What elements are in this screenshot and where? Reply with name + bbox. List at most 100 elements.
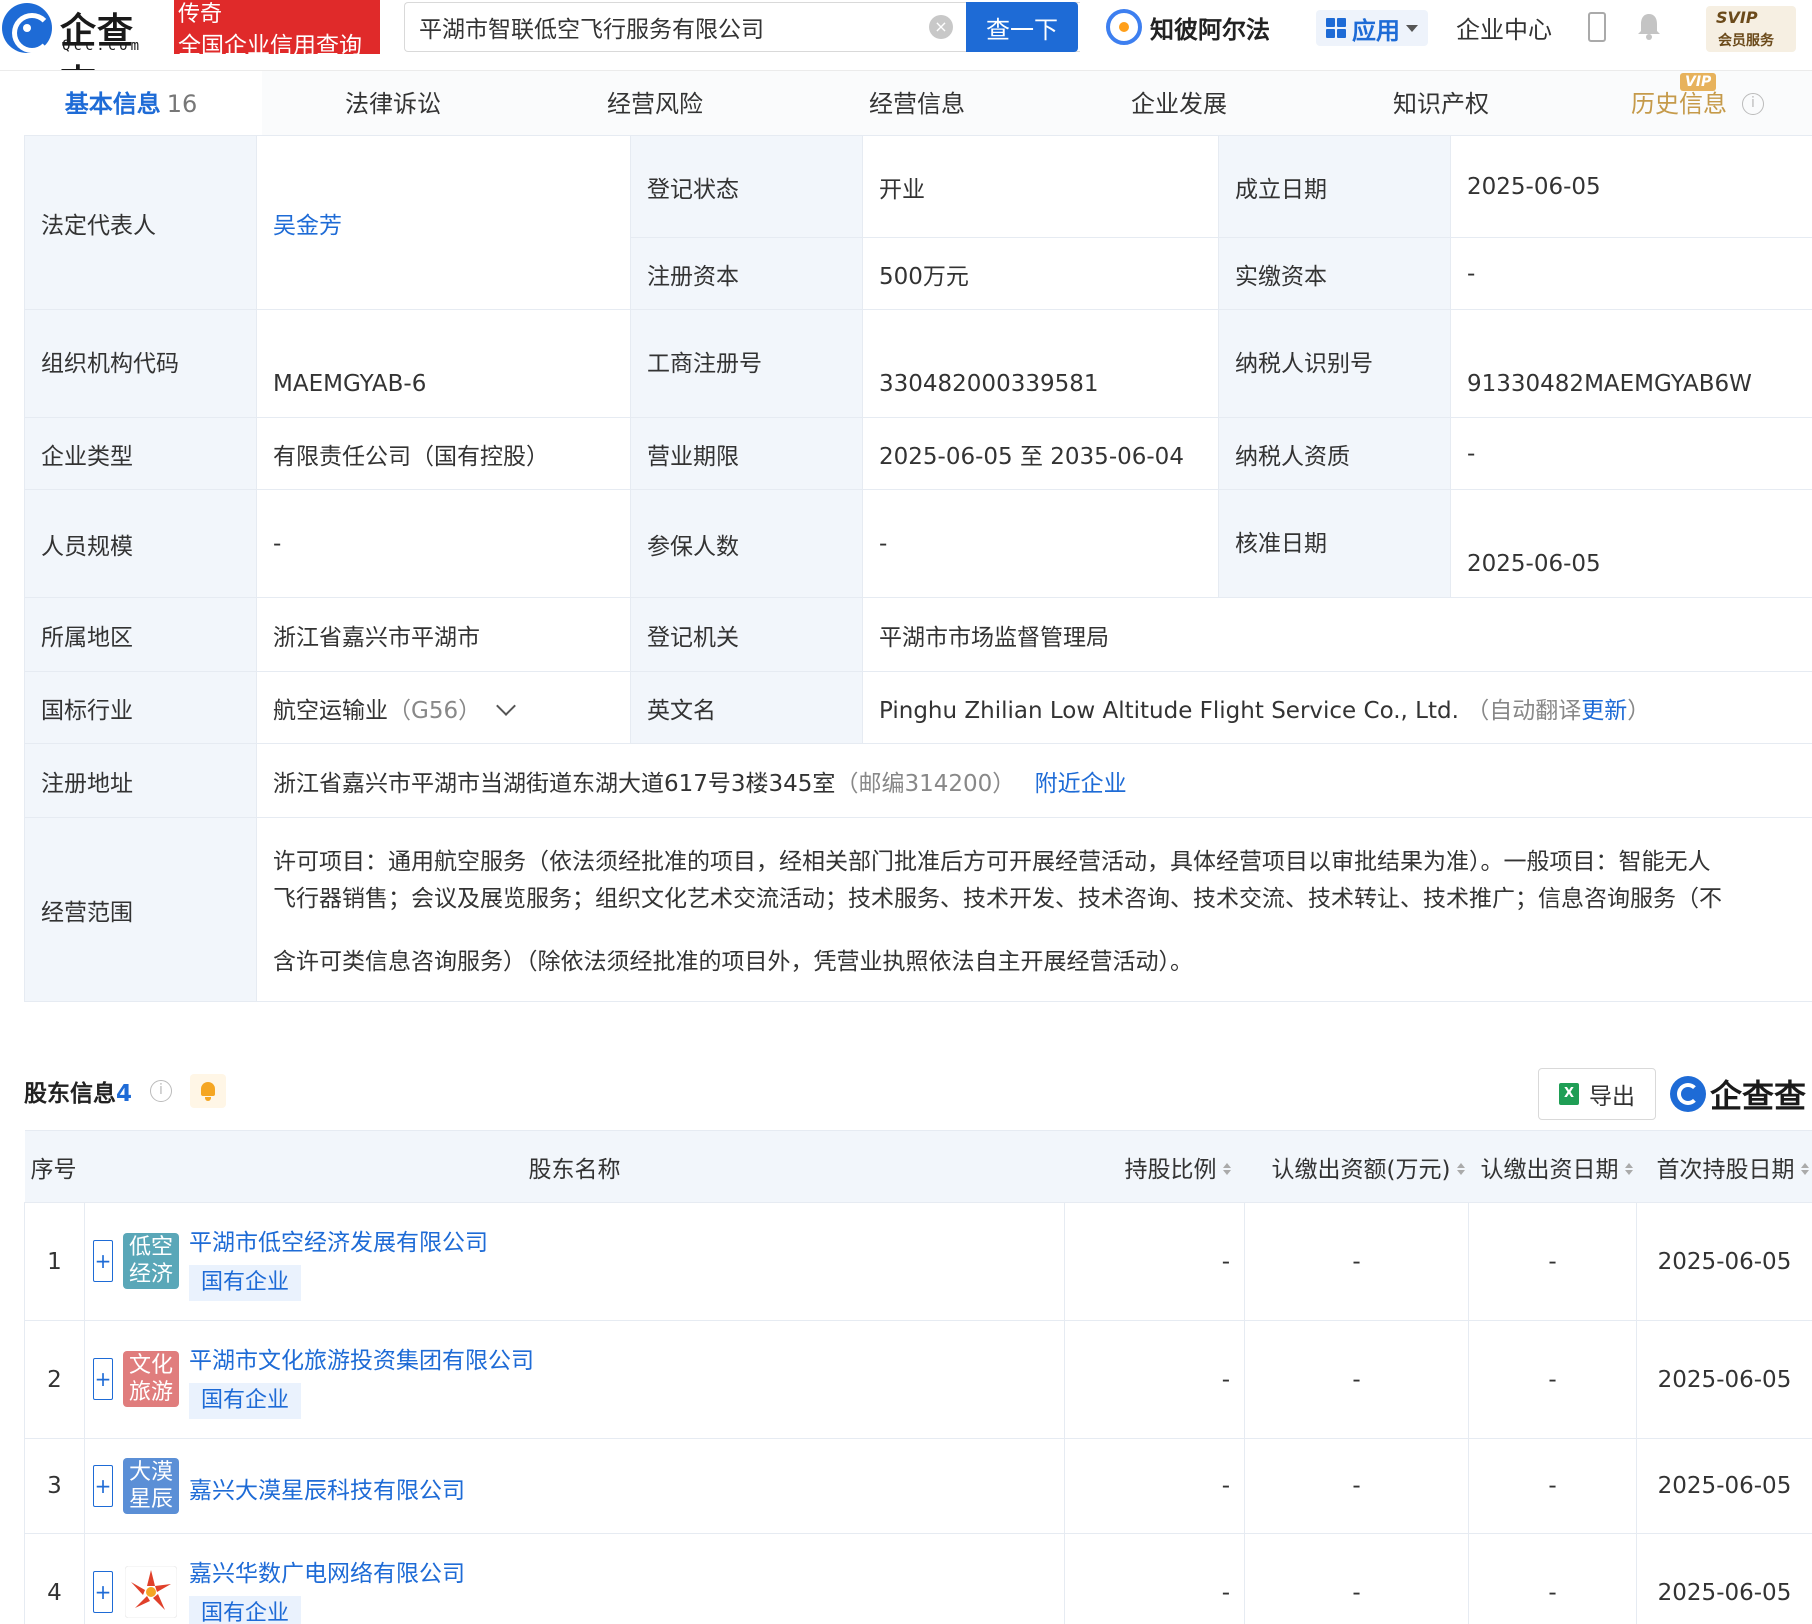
ratio-value: - (1064, 1202, 1245, 1321)
tab-development[interactable]: 企业发展 (1048, 71, 1310, 137)
holder-logo-line: 文化 (128, 1353, 173, 1378)
legend-banner[interactable]: 传奇 全国企业信用查询 (174, 0, 380, 59)
search-input[interactable] (405, 3, 925, 51)
legend-bottom: 全国企业信用查询 (178, 33, 362, 59)
holder-cell: + 文化 旅游 平湖市文化旅游投资集团有限公司 国有企业 (84, 1320, 1065, 1439)
industry-key: 国标行业 (24, 671, 257, 744)
ratio-value: - (1064, 1438, 1245, 1534)
sort-icon (1801, 1163, 1809, 1175)
holder-logo-line: 旅游 (128, 1380, 173, 1405)
en-name-value: Pinghu Zhilian Low Altitude Flight Servi… (862, 671, 1812, 744)
state-owned-tag: 国有企业 (189, 1383, 302, 1419)
amount-value: - (1244, 1202, 1469, 1321)
ent-type-value: 有限责任公司（国有控股） (256, 417, 631, 490)
caret-down-icon (1406, 24, 1418, 32)
address-text: 浙江省嘉兴市平湖市当湖街道东湖大道617号3楼345室 (273, 770, 836, 797)
holder-logo: 大漠 星辰 (123, 1458, 179, 1514)
holder-name-link[interactable]: 平湖市文化旅游投资集团有限公司 (189, 1341, 534, 1375)
first-date-value: 2025-06-05 (1636, 1202, 1812, 1321)
paid-capital-key: 实缴资本 (1218, 237, 1451, 310)
clear-icon[interactable]: × (929, 15, 953, 39)
export-button[interactable]: X 导出 (1538, 1068, 1656, 1120)
tab-risk[interactable]: 经营风险 (524, 71, 786, 137)
sort-icon (1457, 1163, 1465, 1175)
postcode: （邮编314200） (835, 770, 1016, 797)
col-first[interactable]: 首次持股日期 (1636, 1130, 1812, 1203)
biz-term-value: 2025-06-05 至 2035-06-04 (862, 417, 1219, 490)
bell-icon[interactable] (190, 1074, 226, 1108)
tab-ip[interactable]: 知识产权 (1310, 71, 1572, 137)
tab-basic-info[interactable]: 基本信息 16 (0, 71, 262, 137)
row-no: 2 (24, 1320, 85, 1439)
sort-icon (1625, 1163, 1633, 1175)
holder-logo: 低空 经济 (123, 1233, 179, 1289)
scope-value: 许可项目：通用航空服务（依法须经批准的项目，经相关部门批准后方可开展经营活动，具… (256, 817, 1812, 1002)
expand-icon[interactable]: + (93, 1465, 113, 1507)
auto-translate-label: （自动翻译 (1466, 697, 1582, 724)
tab-legal[interactable]: 法律诉讼 (262, 71, 524, 137)
row-no: 4 (24, 1533, 85, 1624)
amount-value: - (1244, 1320, 1469, 1439)
legal-rep-link[interactable]: 吴金芳 (273, 213, 342, 239)
tax-qual-value: - (1450, 417, 1812, 490)
zhibi-alpha-link[interactable]: 知彼阿尔法 (1106, 6, 1270, 48)
org-code-key: 组织机构代码 (24, 309, 257, 418)
holder-cell: + 低空 经济 平湖市低空经济发展有限公司 国有企业 (84, 1202, 1065, 1321)
expand-icon[interactable]: + (93, 1240, 113, 1282)
tab-label: 历史信息 (1631, 90, 1727, 118)
expand-icon[interactable]: + (93, 1358, 113, 1400)
info-icon[interactable]: i (1742, 93, 1764, 115)
bell-icon[interactable] (1636, 12, 1662, 40)
phone-icon[interactable] (1588, 12, 1606, 42)
nearby-companies-link[interactable]: 附近企业 (1035, 771, 1127, 797)
info-icon[interactable]: i (150, 1080, 172, 1102)
holder-name-link[interactable]: 嘉兴大漠星辰科技有限公司 (189, 1471, 465, 1505)
chevron-down-icon[interactable] (496, 695, 516, 716)
expand-icon[interactable]: + (93, 1571, 113, 1613)
col-date[interactable]: 认缴出资日期 (1468, 1130, 1637, 1203)
enterprise-center-link[interactable]: 企业中心 (1456, 10, 1552, 45)
staff-value: - (256, 489, 631, 598)
svip-label: SVIP (1716, 8, 1758, 27)
apps-menu[interactable]: 应用 (1316, 10, 1428, 46)
staff-key: 人员规模 (24, 489, 257, 598)
industry-value: 航空运输业（G56） (256, 671, 631, 744)
holder-name-link[interactable]: 嘉兴华数广电网络有限公司 (189, 1554, 465, 1588)
holder-logo-line: 经济 (128, 1262, 173, 1287)
amount-value: - (1244, 1533, 1469, 1624)
col-amount-label: 认缴出资额(万元) (1271, 1156, 1451, 1183)
search-button[interactable]: 查一下 (966, 2, 1078, 52)
date-value: - (1468, 1202, 1637, 1321)
holder-name-link[interactable]: 平湖市低空经济发展有限公司 (189, 1223, 488, 1257)
date-value: - (1468, 1438, 1637, 1534)
reg-status-value: 开业 (862, 135, 1219, 238)
col-amount[interactable]: 认缴出资额(万元) (1244, 1130, 1469, 1203)
reg-status-key: 登记状态 (630, 135, 863, 238)
paid-capital-value: - (1450, 237, 1812, 310)
address-key: 注册地址 (24, 743, 257, 818)
tax-qual-key: 纳税人资质 (1218, 417, 1451, 490)
scope-key: 经营范围 (24, 817, 257, 1002)
col-ratio[interactable]: 持股比例 (1064, 1130, 1245, 1203)
row-no: 3 (24, 1438, 85, 1534)
svip-sub-label: 会员服务 (1718, 33, 1774, 49)
holder-logo-line: 星辰 (128, 1487, 173, 1512)
tab-history[interactable]: 历史信息 (1548, 71, 1810, 137)
est-date-key: 成立日期 (1218, 135, 1451, 238)
industry-name: 航空运输业 (273, 697, 388, 724)
svip-button[interactable]: SVIP 会员服务 (1706, 6, 1796, 52)
reg-capital-value: 500万元 (862, 237, 1219, 310)
state-owned-tag: 国有企业 (189, 1265, 302, 1301)
holder-logo (125, 1566, 177, 1618)
sort-icon (1223, 1163, 1231, 1175)
insured-key: 参保人数 (630, 489, 863, 598)
holder-logo-line: 低空 (128, 1235, 173, 1260)
ratio-value: - (1064, 1320, 1245, 1439)
first-date-value: 2025-06-05 (1636, 1533, 1812, 1624)
holder-logo: 文化 旅游 (123, 1351, 179, 1407)
tab-operation[interactable]: 经营信息 (786, 71, 1048, 137)
col-ratio-label: 持股比例 (1124, 1156, 1217, 1183)
qcc-logo-icon (2, 3, 52, 53)
region-value: 浙江省嘉兴市平湖市 (256, 597, 631, 672)
update-translation-link[interactable]: 更新 (1581, 698, 1627, 724)
